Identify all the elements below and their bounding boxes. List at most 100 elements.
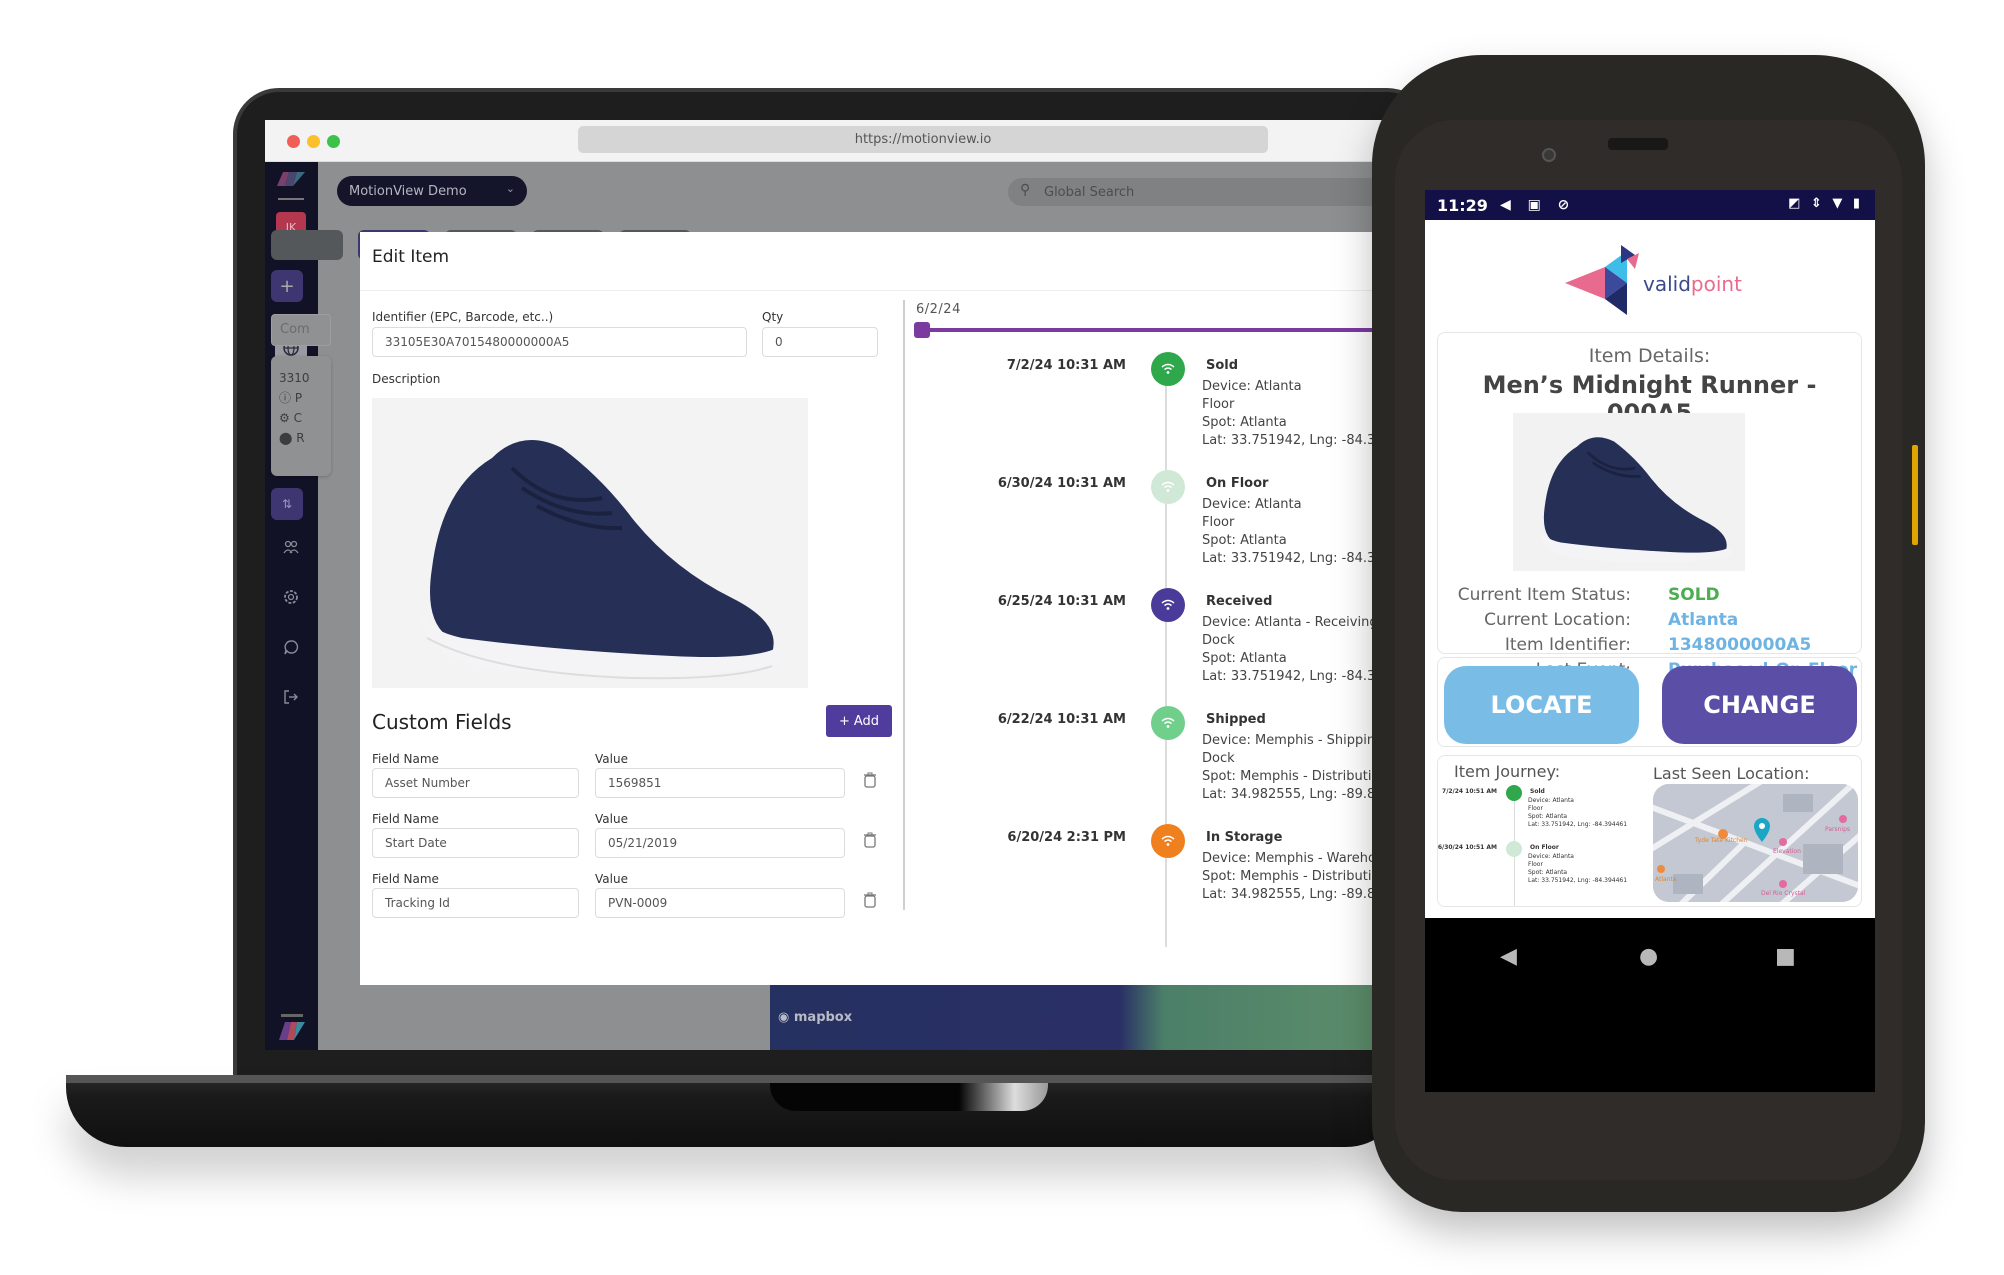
close-window-button[interactable]	[287, 135, 300, 148]
recents-icon[interactable]: ■	[1775, 944, 1796, 969]
status-time: 11:29	[1437, 195, 1488, 215]
rfid-signal-icon	[1151, 706, 1185, 740]
item-journey-label: Item Journey:	[1454, 762, 1561, 781]
field-value-input[interactable]: 05/21/2019	[595, 828, 845, 858]
minimize-window-button[interactable]	[307, 135, 320, 148]
global-search-input[interactable]: ⚲ Global Search	[1008, 178, 1405, 206]
home-icon[interactable]: ●	[1639, 944, 1658, 969]
field-name-label: Field Name	[372, 812, 439, 826]
timeline-event[interactable]: 6/22/24 10:31 AM Shipped Device: Memphis…	[916, 706, 1405, 822]
field-value-label: Value	[595, 752, 628, 766]
background-item-card[interactable]: 3310 ⓘ P ⚙ C ⬤ R	[271, 356, 331, 476]
identifier-input[interactable]: 33105E30A7015480000000A5	[372, 327, 747, 357]
plus-icon: +	[838, 713, 850, 729]
poi-marker	[1657, 865, 1665, 873]
maximize-window-button[interactable]	[327, 135, 340, 148]
rfid-signal-icon	[1506, 785, 1522, 801]
chat-icon[interactable]	[278, 634, 304, 660]
laptop-base-lip	[66, 1075, 1406, 1083]
delete-field-icon[interactable]	[863, 832, 879, 850]
add-custom-field-button[interactable]: + Add	[826, 705, 892, 737]
rfid-signal-icon	[1506, 841, 1522, 857]
identifier-label: Identifier (EPC, Barcode, etc..)	[372, 310, 554, 324]
logout-icon[interactable]	[278, 684, 304, 710]
custom-field-row: Field Name Asset Number Value 1569851	[360, 752, 900, 812]
timeline-start-date: 6/2/24	[916, 302, 961, 317]
journey-event[interactable]: 6/30/24 10:51 AM On Floor Device: Atlant…	[1438, 841, 1643, 900]
field-name-label: Field Name	[372, 872, 439, 886]
timeline-range-handle[interactable]	[914, 322, 930, 338]
modal-title: Edit Item	[372, 247, 450, 267]
journey-event[interactable]: 7/2/24 10:51 AM Sold Device: Atlanta Flo…	[1438, 785, 1643, 844]
background-card-id: 3310	[279, 371, 310, 385]
background-card-line: ⓘ P	[279, 391, 303, 405]
event-title: Received	[1206, 594, 1273, 609]
field-value-label: Value	[595, 812, 628, 826]
detail-key: Current Location:	[1484, 610, 1631, 630]
detail-value: Atlanta	[1668, 610, 1739, 630]
event-time: 7/2/24 10:31 AM	[1006, 358, 1126, 373]
android-nav-bar: ◀ ● ■	[1425, 918, 1875, 1092]
locate-button[interactable]: LOCATE	[1444, 666, 1639, 744]
item-image	[1513, 413, 1745, 571]
settings-icon[interactable]	[278, 584, 304, 610]
delete-field-icon[interactable]	[863, 772, 879, 790]
laptop-screen: https://motionview.io JK MotionView Demo…	[265, 120, 1405, 1050]
phone-side-button[interactable]	[1912, 445, 1918, 545]
map-label: Atlanta	[1655, 876, 1677, 883]
event-detail: Device: Memphis - Shipping Dock Spot: Me…	[1202, 733, 1388, 802]
timeline-event[interactable]: 7/2/24 10:31 AM Sold Device: Atlanta Flo…	[916, 352, 1405, 468]
motionview-app: JK MotionView Demo ⌄ ⚲ Global Search + C…	[265, 162, 1405, 1050]
poi-marker	[1779, 838, 1787, 846]
browser-toolbar: https://motionview.io	[265, 120, 1405, 162]
background-filter-select[interactable]: Com	[271, 314, 331, 346]
journey-time: 7/2/24 10:51 AM	[1442, 788, 1497, 795]
rfid-signal-icon	[1151, 352, 1185, 386]
event-time: 6/25/24 10:31 AM	[997, 594, 1126, 609]
field-name-input[interactable]: Tracking Id	[372, 888, 579, 918]
item-details-label: Item Details:	[1588, 345, 1711, 367]
timeline-event[interactable]: 6/30/24 10:31 AM On Floor Device: Atlant…	[916, 470, 1405, 586]
background-card-line: ⚙ C	[279, 411, 302, 425]
last-seen-map[interactable]: Tyde Tate Kitchen Elevation Parsnips Del…	[1653, 784, 1858, 902]
shoe-illustration	[1539, 437, 1732, 563]
edit-item-modal: Edit Item Identifier (EPC, Barcode, etc.…	[360, 232, 1405, 985]
event-detail: Device: Memphis - Warehou Spot: Memphis …	[1202, 851, 1388, 902]
delete-field-icon[interactable]	[863, 892, 879, 910]
journey-detail: Device: Atlanta Floor Spot: Atlanta Lat:…	[1528, 797, 1628, 828]
users-icon[interactable]	[278, 534, 304, 560]
poi-marker	[1839, 815, 1847, 823]
field-name-input[interactable]: Asset Number	[372, 768, 579, 798]
add-button-label: Add	[853, 713, 880, 729]
background-tab[interactable]	[271, 230, 343, 260]
last-seen-label: Last Seen Location:	[1653, 764, 1810, 783]
event-title: On Floor	[1206, 476, 1269, 491]
event-time: 6/22/24 10:31 AM	[997, 712, 1126, 727]
notification-icons: ◀ ▣ ⊘	[1499, 197, 1576, 213]
field-value-input[interactable]: PVN-0009	[595, 888, 845, 918]
timeline-event[interactable]: 6/20/24 2:31 PM In Storage Device: Memph…	[916, 824, 1405, 940]
workspace-name: MotionView Demo	[349, 183, 467, 199]
url-bar[interactable]: https://motionview.io	[578, 126, 1268, 153]
back-icon[interactable]: ◀	[1500, 944, 1517, 969]
field-value-input[interactable]: 1569851	[595, 768, 845, 798]
global-search-placeholder: Global Search	[1044, 184, 1135, 200]
qty-input[interactable]: 0	[762, 327, 878, 357]
panel-divider	[903, 300, 905, 910]
background-add-button[interactable]: +	[271, 270, 303, 302]
background-card-line: ⬤ R	[279, 431, 305, 445]
event-detail: Device: Atlanta Floor Spot: Atlanta Lat:…	[1202, 497, 1384, 566]
field-name-input[interactable]: Start Date	[372, 828, 579, 858]
detail-value: 1348000000A5	[1668, 635, 1812, 655]
timeline-event[interactable]: 6/25/24 10:31 AM Received Device: Atlant…	[916, 588, 1405, 704]
change-button[interactable]: CHANGE	[1662, 666, 1857, 744]
sort-button[interactable]: ⇅	[271, 488, 303, 520]
action-card: LOCATE CHANGE	[1437, 657, 1862, 747]
workspace-select[interactable]: MotionView Demo ⌄	[337, 176, 527, 206]
event-detail: Device: Atlanta Floor Spot: Atlanta Lat:…	[1202, 379, 1392, 448]
journey-card: Item Journey: Last Seen Location: 7/2/24…	[1437, 755, 1862, 907]
description-label: Description	[372, 372, 441, 386]
field-name-label: Field Name	[372, 752, 439, 766]
event-title: Shipped	[1206, 712, 1266, 727]
modal-header-divider	[360, 290, 1405, 291]
